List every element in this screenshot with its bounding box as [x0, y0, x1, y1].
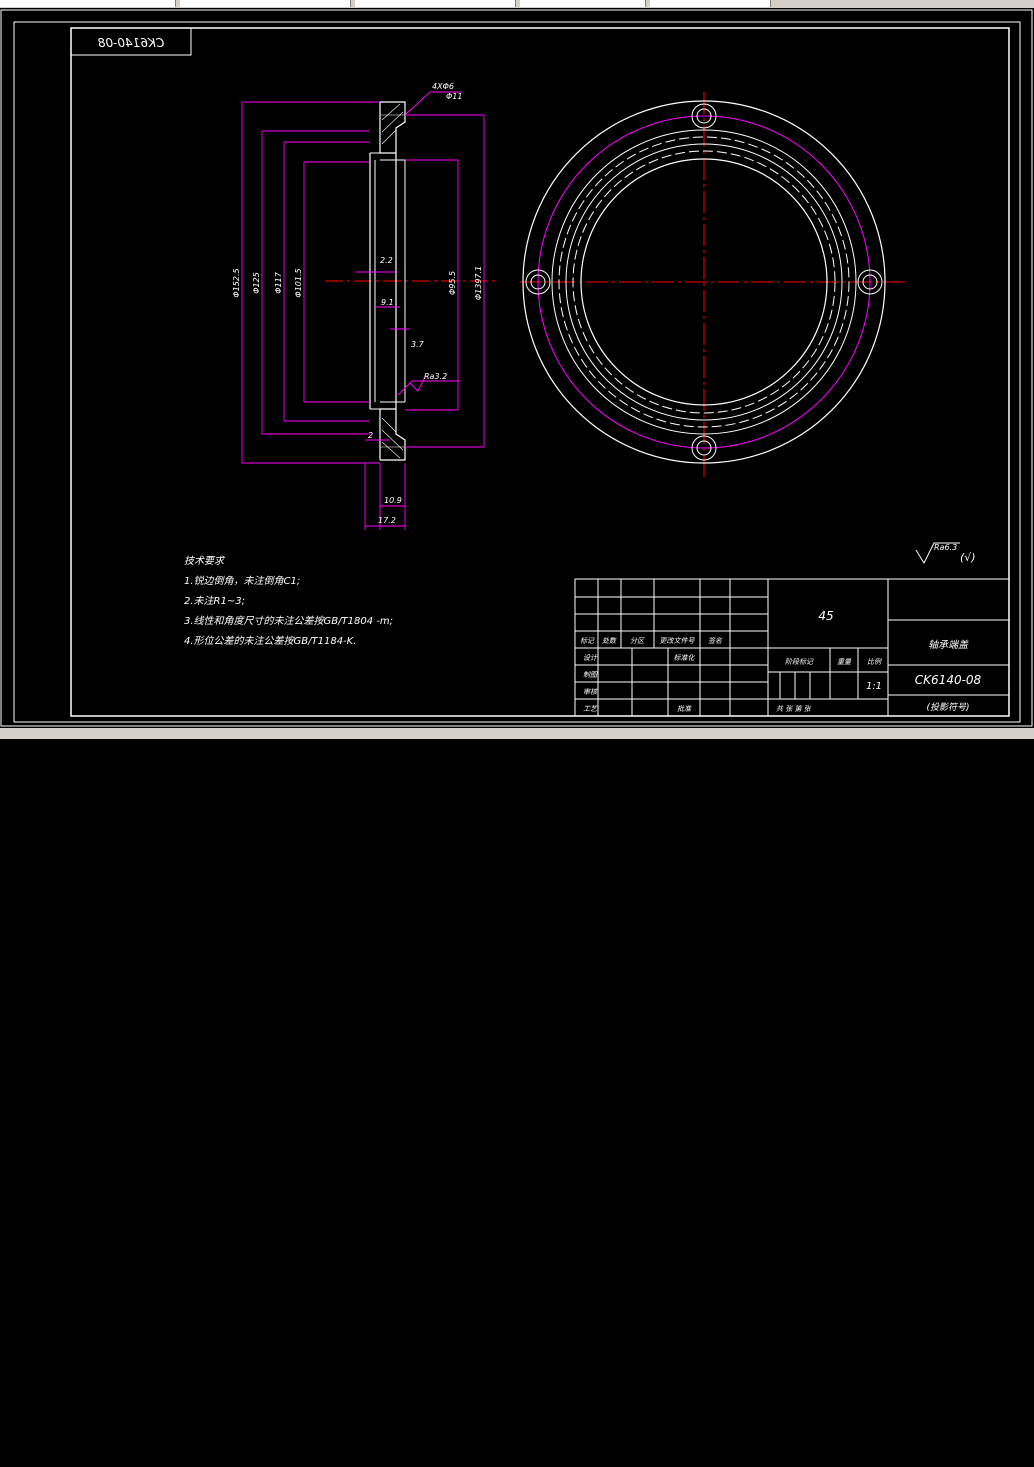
- counterbore-annotation: Φ11: [446, 92, 462, 101]
- svg-text:批准: 批准: [677, 705, 692, 713]
- layout-tab-a2[interactable]: A2: [26, 1457, 37, 1467]
- front-view: [520, 92, 908, 478]
- dim-v-2: Φ125: [252, 272, 261, 294]
- svg-text:制图: 制图: [583, 671, 598, 679]
- svg-text:签名: 签名: [708, 637, 723, 645]
- svg-text:处数: 处数: [602, 637, 617, 645]
- svg-text:比例: 比例: [867, 658, 882, 666]
- tech-requirements: 技术要求 1.锐边倒角，未注倒角C1; 2.未注R1~3; 3.线性和角度尺寸的…: [184, 555, 393, 647]
- roughness-ra32: Ra3.2: [424, 372, 447, 381]
- svg-text:共 张 第 张: 共 张 第 张: [776, 705, 812, 713]
- svg-text:审核: 审核: [583, 688, 598, 696]
- mirrored-drawing-code: CK6140-08: [97, 36, 164, 50]
- projection-symbol: (投影符号): [926, 702, 969, 713]
- svg-text:工艺: 工艺: [583, 705, 598, 713]
- tech-item: 1.锐边倒角，未注倒角C1;: [184, 575, 300, 587]
- svg-text:分区: 分区: [630, 637, 645, 645]
- dim-h-2: 9.1: [381, 298, 394, 307]
- svg-text:(√): (√): [960, 551, 976, 564]
- drawing-code: CK6140-08: [915, 673, 982, 687]
- sheet-inner-border: [70, 27, 1010, 717]
- drawing-canvas[interactable]: CK6140-08 Φ152.5 Φ125 Φ117 Φ101.5 Φ95.5 …: [0, 0, 1034, 739]
- dim-v-1: Φ152.5: [232, 268, 241, 297]
- tech-item: 2.未注R1~3;: [184, 595, 245, 607]
- svg-text:更改文件号: 更改文件号: [660, 637, 696, 645]
- title-block-text: 45 轴承端盖 CK6140-08 (投影符号) 1:1 标记 处数 分区 更改…: [580, 609, 982, 713]
- tech-item: 3.线性和角度尺寸的未注公差按GB/T1804 -m;: [184, 615, 393, 627]
- svg-text:标准化: 标准化: [674, 654, 696, 662]
- dim-h-3: 3.7: [411, 340, 425, 349]
- svg-text:Ra6.3: Ra6.3: [934, 543, 957, 552]
- dim-bottom-2: 17.2: [378, 516, 396, 525]
- dim-h-1: 2.2: [380, 256, 393, 265]
- section-view: Φ152.5 Φ125 Φ117 Φ101.5 Φ95.5 Φ1397.1 2.…: [232, 82, 495, 530]
- roughness-symbol: Ra6.3 (√): [915, 542, 976, 565]
- svg-text:设计: 设计: [583, 654, 598, 662]
- viewport-frame: [0, 9, 1033, 727]
- holes-annotation: 4XΦ6: [432, 82, 454, 91]
- material: 45: [818, 609, 833, 623]
- svg-text:标记: 标记: [580, 637, 595, 645]
- part-name: 轴承端盖: [928, 639, 969, 651]
- svg-text:重量: 重量: [837, 658, 852, 666]
- scale-value: 1:1: [866, 681, 882, 692]
- tech-heading: 技术要求: [184, 555, 226, 567]
- sheet-outer-border: [13, 21, 1021, 723]
- dim-v-6: Φ1397.1: [474, 266, 483, 300]
- layout-tab-a3[interactable]: A3: [2, 1457, 13, 1467]
- tech-item: 4.形位公差的未注公差按GB/T1184-K.: [184, 635, 356, 647]
- layout-tab-bar: A3 A2: [0, 728, 1034, 1466]
- dim-v-4: Φ101.5: [294, 268, 303, 297]
- svg-text:阶段标记: 阶段标记: [785, 658, 814, 666]
- dim-bottom-1: 10.9: [384, 496, 402, 505]
- dim-v-5: Φ95.5: [448, 271, 457, 295]
- dim-h-4: 2: [368, 431, 373, 440]
- dim-v-3: Φ117: [274, 271, 283, 293]
